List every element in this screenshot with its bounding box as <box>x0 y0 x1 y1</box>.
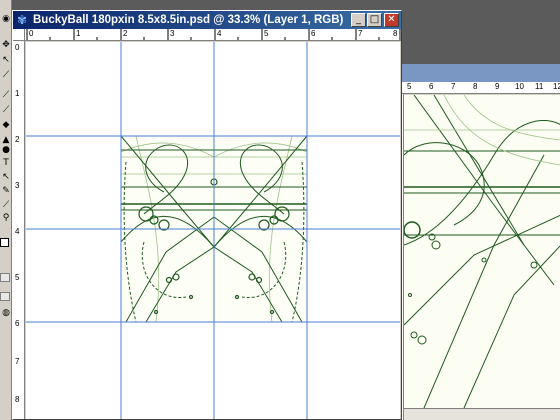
brush-icon[interactable]: ⟋ <box>1 90 11 100</box>
jump-to-app-icon[interactable]: ◍ <box>1 308 11 318</box>
ruler-label: 5 <box>15 273 20 282</box>
ruler-label: 8 <box>473 82 478 91</box>
zoom-icon[interactable]: ⚲ <box>1 213 11 223</box>
ruler-label: 12 <box>553 82 560 91</box>
ruler-label: 10 <box>515 82 524 91</box>
background-artwork <box>404 95 560 408</box>
standard-mode-icon[interactable] <box>0 273 10 282</box>
main-document-window[interactable]: ✾ BuckyBall 180pxin 8.5x8.5in.psd @ 33.3… <box>12 10 402 420</box>
maximize-button[interactable]: □ <box>367 13 382 27</box>
ruler-label: 6 <box>311 29 316 38</box>
ruler-label: 9 <box>495 82 500 91</box>
ruler-label: 7 <box>451 82 456 91</box>
ruler-label: 0 <box>15 43 20 52</box>
dodge-icon[interactable]: ● <box>1 145 11 155</box>
ruler-label: 8 <box>393 29 398 38</box>
ruler-label: 8 <box>15 395 20 404</box>
desktop: ◉ ✥ ↖ ⟋ ⟋ ⟋ ◆ ▲ ● T ↖ ✎ ⟋ ⚲ ◍ 5 6 7 8 9 … <box>0 0 560 420</box>
eyedropper-icon[interactable]: ⟋ <box>1 200 11 210</box>
ruler-label: 5 <box>264 29 269 38</box>
foreground-color-swatch[interactable] <box>0 238 9 247</box>
quick-mask-mode-icon[interactable] <box>0 292 10 301</box>
vertical-ruler[interactable]: 0 1 2 3 4 5 6 7 8 <box>13 41 25 419</box>
ruler-label: 2 <box>15 135 20 144</box>
path-select-icon[interactable]: ↖ <box>1 172 11 182</box>
ruler-label: 4 <box>217 29 222 38</box>
ruler-label: 6 <box>15 319 20 328</box>
gradient-icon[interactable]: ▲ <box>1 135 11 145</box>
ruler-label: 3 <box>170 29 175 38</box>
tools-palette: ◉ ✥ ↖ ⟋ ⟋ ⟋ ◆ ▲ ● T ↖ ✎ ⟋ ⚲ ◍ <box>0 0 12 420</box>
ruler-label: 1 <box>15 89 20 98</box>
canvas-artwork <box>26 42 400 419</box>
lasso-icon[interactable]: ↖ <box>1 55 11 65</box>
eye-icon[interactable]: ◉ <box>1 14 11 24</box>
horizontal-scrollbar[interactable] <box>404 408 560 420</box>
ruler-label: 1 <box>76 29 81 38</box>
ruler-label: 7 <box>358 29 363 38</box>
horizontal-ruler: 5 6 7 8 9 10 11 12 <box>399 82 560 94</box>
background-window-titlebar[interactable] <box>399 64 560 82</box>
ruler-label: 0 <box>29 29 34 38</box>
type-icon[interactable]: T <box>1 158 11 168</box>
ruler-label: 2 <box>123 29 128 38</box>
minimize-button[interactable]: _ <box>351 13 366 27</box>
main-window-titlebar[interactable]: ✾ BuckyBall 180pxin 8.5x8.5in.psd @ 33.3… <box>13 11 401 29</box>
window-title: BuckyBall 180pxin 8.5x8.5in.psd @ 33.3% … <box>33 14 344 26</box>
ruler-label: 7 <box>15 357 20 366</box>
eraser-icon[interactable]: ◆ <box>1 120 11 130</box>
stamp-icon[interactable]: ⟋ <box>1 105 11 115</box>
ruler-label: 3 <box>15 181 20 190</box>
photoshop-eye-icon[interactable]: ✾ <box>15 13 29 27</box>
ruler-label: 11 <box>535 82 544 91</box>
ruler-label: 5 <box>407 82 412 91</box>
ruler-label: 6 <box>429 82 434 91</box>
document-canvas[interactable] <box>26 42 400 419</box>
horizontal-ruler-ticks <box>26 29 401 40</box>
ruler-label: 4 <box>15 227 20 236</box>
horizontal-ruler[interactable]: 0 1 2 3 4 5 6 7 8 <box>25 29 401 41</box>
background-canvas[interactable] <box>404 95 560 408</box>
pen-icon[interactable]: ✎ <box>1 186 11 196</box>
background-document-window[interactable]: 5 6 7 8 9 10 11 12 <box>398 64 560 420</box>
crop-icon[interactable]: ⟋ <box>1 70 11 80</box>
close-button[interactable]: ✕ <box>384 13 399 27</box>
ruler-origin-corner[interactable] <box>13 29 25 41</box>
move-icon[interactable]: ✥ <box>1 40 11 50</box>
